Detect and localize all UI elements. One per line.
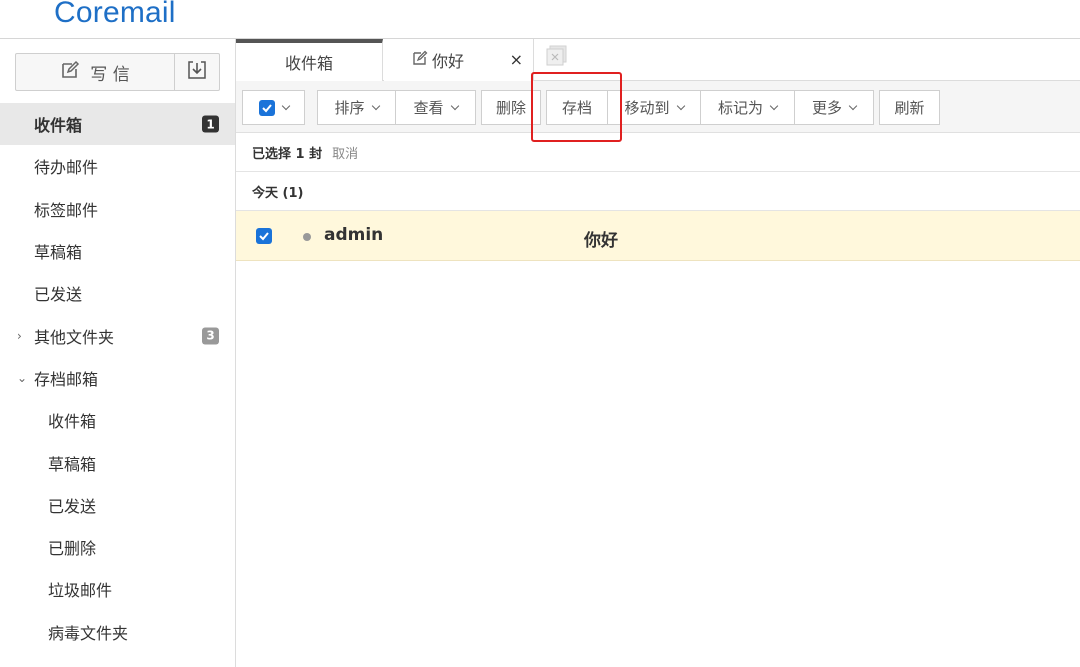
sidebar-item-label: 其他文件夹 [34,327,115,347]
sidebar-item-label: 已删除 [48,539,97,559]
tab-message-hello[interactable]: 你好 × [384,39,534,81]
compose-group: 写 信 [15,53,220,91]
sidebar-item-archive-deleted[interactable]: 已删除 [0,526,235,568]
delete-label: 删除 [495,99,526,117]
chevron-down-icon[interactable]: ⌄ [17,371,27,385]
refresh-button[interactable]: 刷新 [879,90,940,125]
compose-button[interactable]: 写 信 [16,54,174,90]
mail-subject: 你好 [584,231,618,251]
sidebar-item-label: 标签邮件 [34,200,99,220]
mail-sender: admin [324,225,384,245]
unread-badge: 1 [202,115,219,133]
mark-as-label: 标记为 [717,99,763,117]
edit-icon [60,60,80,85]
coremail-logo: Coremail [54,0,176,29]
sidebar-item-archive-spam[interactable]: 垃圾邮件 [0,568,235,610]
sidebar-item-label: 收件箱 [34,116,83,136]
import-icon [187,60,207,84]
sidebar-item-tagged[interactable]: 标签邮件 [0,188,235,230]
sidebar-item-inbox[interactable]: 收件箱 1 [0,103,235,146]
sidebar-item-drafts[interactable]: 草稿箱 [0,230,235,272]
chevron-down-icon [450,101,459,110]
sidebar-item-label: 已发送 [34,285,83,305]
row-checkbox[interactable] [256,228,272,244]
mail-toolbar: 排序 查看 删除 存档 移动到 标记为 更多 刷新 [236,81,1080,133]
cancel-selection-link[interactable]: 取消 [332,143,358,162]
chevron-down-icon [281,101,290,110]
import-button[interactable] [175,54,219,90]
date-group-header: 今天 (1) [236,172,1080,211]
sidebar-item-todo[interactable]: 待办邮件 [0,145,235,187]
close-all-tabs-icon[interactable] [545,45,569,69]
chevron-down-icon [769,101,779,110]
sidebar-item-archive-inbox[interactable]: 收件箱 [0,399,235,441]
sidebar-item-label: 草稿箱 [34,243,83,263]
select-all-dropdown[interactable] [242,90,305,125]
sidebar-item-label: 待办邮件 [34,158,99,178]
tab-inbox[interactable]: 收件箱 [236,39,383,81]
date-group-label: 今天 (1) [252,185,304,201]
chevron-down-icon [848,101,858,110]
sidebar-item-other-folders[interactable]: › 其他文件夹 3 [0,314,235,356]
selection-bar: 已选择 1 封 取消 [236,133,1080,172]
sidebar: 写 信 收件箱 1 待办邮件 标签邮件 草稿箱 已发送 › 其他文件夹 3 ⌄ … [0,39,236,667]
tab-label: 你好 [432,52,465,71]
edit-icon [412,50,428,70]
sort-button[interactable]: 排序 [317,90,396,125]
sidebar-item-sent[interactable]: 已发送 [0,272,235,314]
refresh-label: 刷新 [894,99,925,117]
sort-label: 排序 [334,99,365,117]
archive-highlight-annotation [531,72,622,142]
tab-label: 收件箱 [284,54,333,73]
sidebar-item-label: 病毒文件夹 [48,623,129,643]
sidebar-item-label: 收件箱 [48,412,97,432]
read-status-dot [303,233,311,241]
checkbox-checked-icon [258,99,275,116]
sidebar-item-archive-mailbox[interactable]: ⌄ 存档邮箱 [0,357,235,399]
sidebar-item-label: 已发送 [48,496,97,516]
folder-count-badge: 3 [202,327,219,345]
close-icon[interactable]: × [510,50,523,69]
folder-nav: 收件箱 1 待办邮件 标签邮件 草稿箱 已发送 › 其他文件夹 3 ⌄ 存档邮箱… [0,103,235,653]
chevron-right-icon[interactable]: › [17,329,22,343]
chevron-down-icon [676,101,685,110]
selection-count: 已选择 1 封 [252,146,323,162]
mail-row[interactable]: admin 你好 [236,211,1080,261]
more-label: 更多 [811,99,842,117]
compose-label: 写 信 [90,64,130,85]
sidebar-item-label: 草稿箱 [48,454,97,474]
view-button[interactable]: 查看 [395,90,476,125]
mark-as-button[interactable]: 标记为 [700,90,795,125]
more-button[interactable]: 更多 [794,90,874,125]
sidebar-item-label: 存档邮箱 [34,369,99,389]
tab-bar: 收件箱 你好 × [236,39,1080,81]
sidebar-item-label: 垃圾邮件 [48,581,113,601]
sidebar-item-archive-sent[interactable]: 已发送 [0,484,235,526]
move-to-label: 移动到 [624,99,670,117]
chevron-down-icon [371,101,380,110]
sidebar-item-archive-virus[interactable]: 病毒文件夹 [0,611,235,653]
view-label: 查看 [413,99,444,117]
sidebar-item-archive-drafts[interactable]: 草稿箱 [0,441,235,483]
